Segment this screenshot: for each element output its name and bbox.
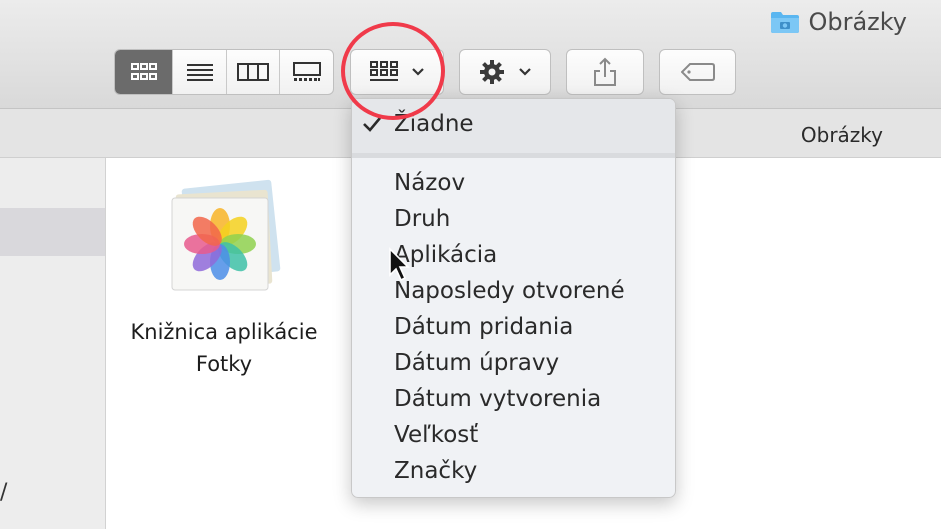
sidebar-selected-item[interactable] — [0, 208, 105, 256]
action-button[interactable] — [459, 49, 551, 95]
group-by-menu: Žiadne Názov Druh Aplikácia Naposledy ot… — [351, 98, 676, 498]
window-title: Obrázky — [770, 8, 907, 36]
view-mode-control — [114, 49, 334, 95]
menu-item-kind[interactable]: Druh — [394, 202, 450, 236]
list-view-button[interactable] — [173, 50, 227, 94]
file-name-line-1: Knižnica aplikácie — [130, 320, 318, 344]
folder-pictures-icon — [770, 10, 800, 34]
tag-button[interactable] — [659, 49, 736, 95]
window-title-text: Obrázky — [808, 8, 907, 36]
file-name: Knižnica aplikácie Fotky — [112, 316, 336, 380]
menu-item-date-created[interactable]: Dátum vytvorenia — [394, 382, 601, 416]
menu-item-last-opened[interactable]: Naposledy otvorené — [394, 274, 625, 308]
chevron-down-icon — [519, 68, 531, 76]
menu-item-date-modified[interactable]: Dátum úpravy — [394, 346, 559, 380]
icon-view-button[interactable] — [115, 50, 173, 94]
menu-separator — [352, 153, 675, 158]
menu-item-name[interactable]: Názov — [394, 166, 465, 200]
column-view-button[interactable] — [227, 50, 280, 94]
mouse-cursor-icon — [389, 247, 410, 282]
share-icon — [594, 57, 616, 86]
share-button[interactable] — [566, 49, 644, 95]
menu-item-size[interactable]: Veľkosť — [394, 418, 478, 452]
highlight-circle-annotation — [341, 22, 445, 120]
gallery-view-button[interactable] — [280, 50, 333, 94]
grid-icon — [130, 63, 157, 80]
sidebar-text-fragment: / — [0, 480, 8, 505]
gear-icon — [480, 60, 504, 84]
list-icon — [186, 64, 213, 81]
sidebar: / — [0, 158, 106, 529]
toolbar: Obrázky — [0, 0, 941, 109]
path-bar-label[interactable]: Obrázky — [801, 123, 883, 147]
tag-icon — [680, 63, 715, 81]
file-name-line-2: Fotky — [195, 352, 253, 376]
menu-item-tags[interactable]: Značky — [394, 454, 477, 488]
columns-icon — [237, 63, 269, 81]
menu-item-date-added[interactable]: Dátum pridania — [394, 310, 573, 344]
gallery-icon — [292, 62, 321, 81]
photos-library-icon — [164, 178, 284, 293]
